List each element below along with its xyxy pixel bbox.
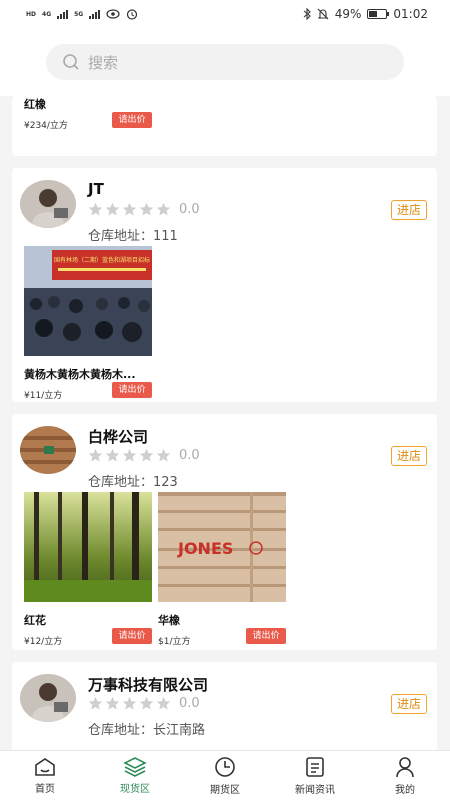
star-icon <box>139 696 154 710</box>
signal-icon-2 <box>89 9 101 19</box>
home-icon <box>35 757 55 776</box>
warehouse-address: 仓库地址：111 <box>88 225 178 244</box>
network-5g-tag: 5G <box>74 10 84 18</box>
lumber-stamp: JONES <box>177 539 233 558</box>
store-name[interactable]: JT <box>88 180 104 198</box>
product-image[interactable] <box>24 492 152 602</box>
avatar[interactable] <box>20 674 76 722</box>
address-value: 123 <box>153 475 178 490</box>
tab-home[interactable]: 首页 <box>0 751 90 800</box>
avatar[interactable] <box>20 180 76 228</box>
enter-store-button[interactable]: 进店 <box>391 446 427 466</box>
alarm-icon <box>127 9 138 20</box>
warehouse-address: 仓库地址：长江南路 <box>88 719 205 738</box>
user-icon <box>396 756 414 777</box>
network-tag: HD <box>26 10 37 18</box>
product-image[interactable]: JONES <box>158 492 286 602</box>
product-item[interactable]: 红花 ¥12/立方 请出价 <box>24 492 152 647</box>
banner-text: 国有林场（二期）蓝色和湖项目招标 <box>54 256 150 264</box>
store-card: JT 0.0 仓库地址：111 进店 国有林场（二期）蓝色和湖项目招标 黄杨木黄… <box>12 168 437 402</box>
star-icon <box>105 448 120 462</box>
search-input[interactable]: 搜索 <box>46 44 404 80</box>
star-icon <box>156 696 171 710</box>
bluetooth-icon <box>303 8 311 20</box>
stack-icon <box>123 756 147 777</box>
bottom-tab-bar: 首页 现货区 期货区 新闻资讯 我的 <box>0 750 450 800</box>
eye-icon <box>106 9 120 19</box>
product-name: 黄杨木黄杨木黄杨木... <box>24 368 136 381</box>
rating-value: 0.0 <box>179 696 200 711</box>
search-placeholder: 搜索 <box>88 53 119 72</box>
star-rating: 0.0 <box>88 448 200 463</box>
mute-icon <box>317 8 329 20</box>
product-item[interactable]: 国有林场（二期）蓝色和湖项目招标 黄杨木黄杨木黄杨木... ¥11/立方 请出价 <box>24 246 152 401</box>
store-name[interactable]: 白桦公司 <box>88 426 148 447</box>
store-card: 红橡 ¥234/立方 请出价 <box>12 96 437 156</box>
star-icon <box>156 202 171 216</box>
tab-label: 首页 <box>35 783 55 795</box>
clock-icon <box>215 756 235 777</box>
tab-label: 新闻资讯 <box>295 784 335 796</box>
tab-spot[interactable]: 现货区 <box>90 751 180 800</box>
star-icon <box>105 202 120 216</box>
tab-mine[interactable]: 我的 <box>360 751 450 800</box>
star-rating: 0.0 <box>88 202 200 217</box>
status-bar: HD 4G 5G 49% 01:02 <box>0 0 450 28</box>
rating-value: 0.0 <box>179 448 200 463</box>
product-name: 红花 <box>24 614 46 627</box>
star-rating: 0.0 <box>88 696 200 711</box>
product-price: ¥12/立方 <box>24 637 63 647</box>
star-icon <box>139 202 154 216</box>
search-header: 搜索 <box>0 28 450 96</box>
address-label: 仓库地址： <box>88 229 154 244</box>
star-icon <box>88 202 103 216</box>
product-name: 华橡 <box>158 614 180 627</box>
product-image[interactable]: 国有林场（二期）蓝色和湖项目招标 <box>24 246 152 356</box>
address-value: 111 <box>153 229 178 244</box>
store-feed[interactable]: 红橡 ¥234/立方 请出价 JT 0.0 仓库地址：111 进店 国有林场（二… <box>0 96 450 750</box>
star-icon <box>105 696 120 710</box>
store-card: 万事科技有限公司 0.0 仓库地址：长江南路 进店 <box>12 662 437 750</box>
clock-time: 01:02 <box>393 7 428 21</box>
network-4g-tag: 4G <box>42 10 52 18</box>
product-name: 红橡 <box>24 98 46 111</box>
star-icon <box>139 448 154 462</box>
battery-percent: 49% <box>334 7 362 21</box>
star-icon <box>122 696 137 710</box>
quote-button[interactable]: 请出价 <box>112 382 152 398</box>
star-icon <box>88 696 103 710</box>
quote-button[interactable]: 请出价 <box>246 628 286 644</box>
quote-button[interactable]: 请出价 <box>112 628 152 644</box>
product-item[interactable]: JONES 华橡 $1/立方 请出价 <box>158 492 286 647</box>
warehouse-address: 仓库地址：123 <box>88 471 178 490</box>
battery-icon <box>367 9 390 19</box>
star-icon <box>122 202 137 216</box>
product-price: ¥11/立方 <box>24 391 63 401</box>
tab-label: 现货区 <box>120 783 150 795</box>
rating-value: 0.0 <box>179 202 200 217</box>
star-icon <box>88 448 103 462</box>
enter-store-button[interactable]: 进店 <box>391 200 427 220</box>
star-icon <box>122 448 137 462</box>
avatar[interactable] <box>20 426 76 474</box>
product-price: $1/立方 <box>158 637 191 647</box>
star-icon <box>156 448 171 462</box>
tab-label: 期货区 <box>210 784 240 796</box>
quote-button[interactable]: 请出价 <box>112 112 152 128</box>
product-price: ¥234/立方 <box>24 121 68 131</box>
signal-icon <box>57 9 69 19</box>
address-label: 仓库地址： <box>88 475 154 490</box>
store-card: 白桦公司 0.0 仓库地址：123 进店 红花 ¥12/立方 请出价 JONES… <box>12 414 437 650</box>
address-value: 长江南路 <box>153 723 206 738</box>
address-label: 仓库地址： <box>88 723 154 738</box>
search-icon <box>63 54 79 70</box>
news-icon <box>306 756 324 777</box>
tab-label: 我的 <box>395 784 415 796</box>
tab-news[interactable]: 新闻资讯 <box>270 751 360 800</box>
enter-store-button[interactable]: 进店 <box>391 694 427 714</box>
tab-futures[interactable]: 期货区 <box>180 751 270 800</box>
store-name[interactable]: 万事科技有限公司 <box>88 674 208 695</box>
